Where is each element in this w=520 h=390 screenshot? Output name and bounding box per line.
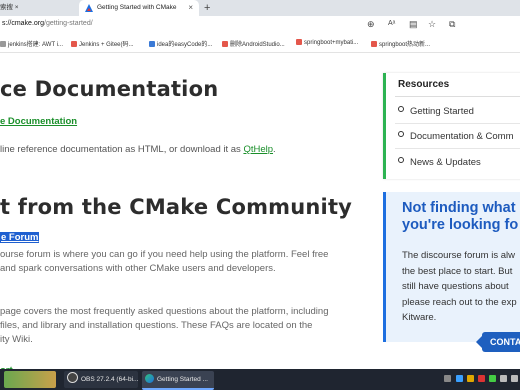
close-tab-icon[interactable]: ×: [188, 0, 193, 16]
widgets-button[interactable]: [4, 371, 56, 388]
volume-icon[interactable]: [511, 375, 518, 382]
url-domain: s://cmake.org: [2, 20, 45, 27]
bookmark-favicon-icon: [71, 41, 77, 47]
bullet-icon: [398, 131, 404, 137]
tray-app-icon[interactable]: [489, 375, 496, 382]
bookmark-item[interactable]: jenkins搭建: AWT i...: [0, 39, 63, 48]
edge-icon: [145, 374, 154, 383]
tab-search-label: 索搜 ×: [0, 4, 19, 11]
collections-icon[interactable]: ⧉: [449, 19, 455, 30]
divider: [395, 96, 520, 97]
taskbar: OBS 27.2.4 (64-bi... Getting Started ...: [0, 369, 520, 390]
bookmark-favicon-icon: [0, 41, 6, 47]
faq-paragraph-line: ity Wiki.: [0, 334, 33, 345]
url-field[interactable]: s://cmake.org/getting-started/: [2, 20, 93, 27]
bookmarks-bar: jenkins搭建: AWT i... Jenkins + Gitee(码...…: [0, 34, 520, 53]
bullet-icon: [398, 106, 404, 112]
bookmark-item[interactable]: 删除AndroidStudio...: [222, 39, 285, 48]
chevron-up-icon[interactable]: [444, 375, 451, 382]
forum-paragraph-line: ourse forum is where you can go if you n…: [0, 249, 329, 260]
resource-link-documentation[interactable]: Documentation & Comm: [398, 131, 513, 142]
resource-link-news[interactable]: News & Updates: [398, 157, 481, 168]
divider: [395, 148, 520, 149]
bookmark-item[interactable]: springboot+mybati...: [296, 39, 358, 46]
page-content: ce Documentation e Documentation line re…: [0, 53, 520, 369]
tab-getting-started[interactable]: Getting Started with CMake ×: [79, 0, 199, 16]
documentation-link[interactable]: e Documentation: [0, 116, 77, 127]
bullet-icon: [398, 157, 404, 163]
bookmark-item[interactable]: springboot热动新...: [371, 39, 430, 48]
contact-button[interactable]: CONTA: [476, 332, 520, 352]
tray-app-icon[interactable]: [478, 375, 485, 382]
forum-paragraph-line: and spark conversations with other CMake…: [0, 263, 276, 274]
bookmark-item[interactable]: idea的easyCode的...: [149, 39, 212, 48]
forum-link[interactable]: e Forum: [0, 232, 40, 243]
cmake-logo-icon: [85, 4, 93, 12]
bookmark-favicon-icon: [222, 41, 228, 47]
zoom-icon[interactable]: ⊕: [367, 19, 375, 30]
resources-title: Resources: [398, 79, 450, 90]
taskbar-app-edge[interactable]: Getting Started ...: [142, 371, 214, 390]
tray-app-icon[interactable]: [456, 375, 463, 382]
bookmark-favicon-icon: [371, 41, 377, 47]
favorite-icon[interactable]: ☆: [428, 19, 436, 30]
tray-app-icon[interactable]: [467, 375, 474, 382]
bookmark-favicon-icon: [149, 41, 155, 47]
faq-paragraph-line: files, and library and installation ques…: [0, 320, 313, 331]
tab-search[interactable]: 索搜 ×: [0, 0, 76, 16]
tab-title: Getting Started with CMake: [97, 4, 177, 11]
network-icon[interactable]: [500, 375, 507, 382]
resources-panel: Resources Getting Started Documentation …: [383, 73, 520, 179]
tab-strip: 索搜 × Getting Started with CMake × +: [0, 0, 520, 16]
help-callout: Not finding what you're looking fo The d…: [383, 192, 520, 342]
qthelp-link[interactable]: QtHelp: [243, 144, 273, 155]
address-bar[interactable]: s://cmake.org/getting-started/ ⊕ A͏ᵃ ▤ ☆…: [0, 16, 520, 34]
read-aloud-icon[interactable]: A͏ᵃ: [388, 20, 395, 27]
taskbar-app-obs[interactable]: OBS 27.2.4 (64-bi...: [64, 371, 138, 388]
obs-icon: [67, 372, 78, 383]
help-callout-title: Not finding what you're looking fo: [402, 200, 519, 233]
faq-paragraph-line: page covers the most frequently asked qu…: [0, 306, 329, 317]
resource-link-getting-started[interactable]: Getting Started: [398, 106, 474, 117]
documentation-paragraph: line reference documentation as HTML, or…: [0, 144, 276, 155]
divider: [395, 123, 520, 124]
bookmark-item[interactable]: Jenkins + Gitee(码...: [71, 39, 134, 48]
community-heading: t from the CMake Community: [0, 195, 353, 219]
bookmark-favicon-icon: [296, 39, 302, 45]
new-tab-button[interactable]: +: [204, 0, 210, 16]
documentation-heading: ce Documentation: [0, 77, 219, 101]
url-path: /getting-started/: [44, 20, 93, 27]
help-callout-body: The discourse forum is alw the best plac…: [402, 250, 517, 323]
immersive-reader-icon[interactable]: ▤: [409, 19, 418, 30]
